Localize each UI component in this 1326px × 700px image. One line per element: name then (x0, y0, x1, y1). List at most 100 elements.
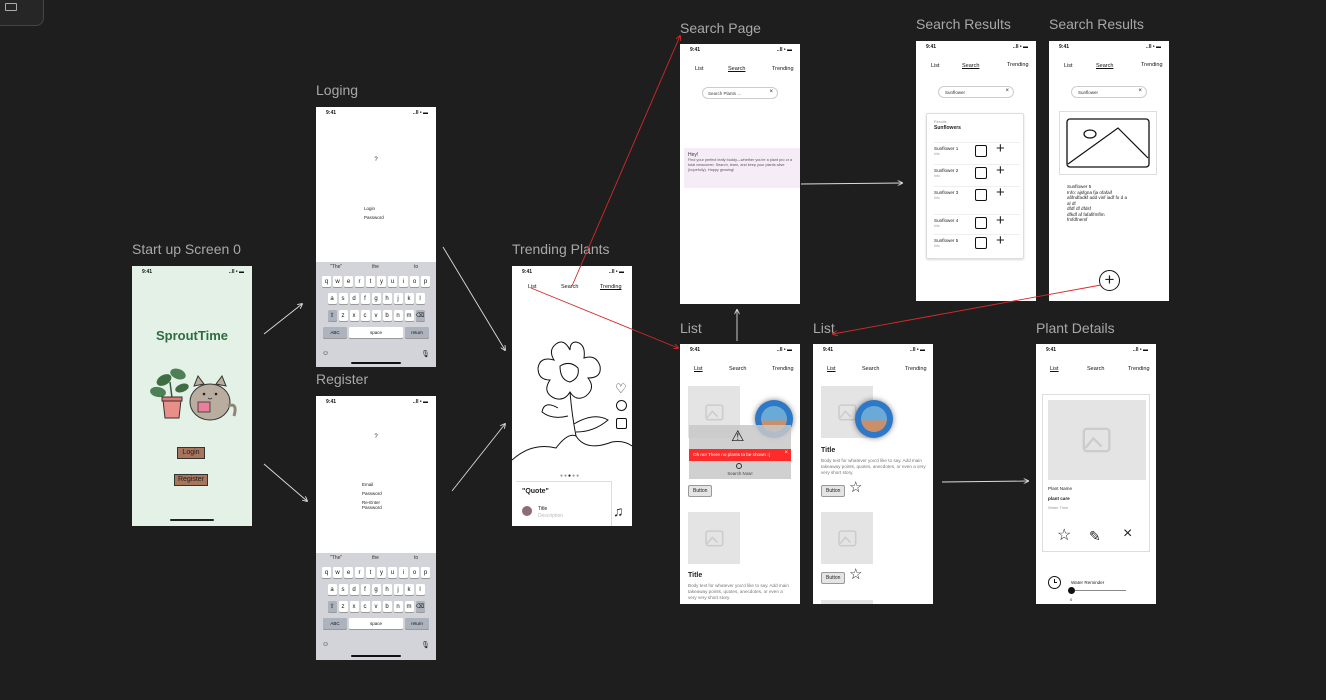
search-results-frame[interactable]: 9:41 ..ll • ▬ List Search Trending Sunflo… (916, 41, 1036, 301)
key[interactable]: t (366, 276, 375, 287)
key[interactable]: k (404, 584, 414, 595)
key[interactable]: p (421, 567, 430, 578)
tab-search[interactable]: Search (729, 366, 746, 372)
key[interactable]: k (404, 293, 414, 304)
image-icon[interactable] (975, 217, 987, 229)
search-input[interactable]: Search Plants ... × (702, 87, 778, 99)
tab-search[interactable]: Search (962, 63, 979, 69)
key[interactable]: j (393, 293, 403, 304)
key[interactable]: s (338, 293, 348, 304)
tab-search[interactable]: Search (561, 284, 578, 290)
login-button[interactable]: Login (177, 447, 205, 459)
key[interactable]: a (327, 584, 337, 595)
key[interactable]: m (404, 601, 414, 612)
button[interactable]: Button (821, 485, 846, 497)
tab-search[interactable]: Search (862, 366, 879, 372)
star-icon[interactable]: ☆ (849, 567, 862, 582)
tab-search[interactable]: Search (1087, 366, 1104, 372)
emoji-icon[interactable]: ☺ (322, 641, 329, 648)
key[interactable]: o (410, 567, 419, 578)
star-icon[interactable]: ☆ (849, 480, 862, 495)
abc-key[interactable]: ABC (323, 618, 347, 629)
key[interactable]: j (393, 584, 403, 595)
error-banner[interactable]: ⚠ Oh no! There no plants to be shown :( … (689, 425, 791, 479)
abc-key[interactable]: ABC (323, 327, 347, 338)
key[interactable]: e (344, 276, 353, 287)
list-frame-2[interactable]: 9:41 ..ll • ▬ List Search Trending Title … (813, 344, 933, 604)
toolbar-corner[interactable] (0, 0, 44, 26)
key[interactable]: q (322, 276, 331, 287)
comment-icon[interactable] (616, 400, 627, 411)
clear-icon[interactable]: × (1005, 88, 1009, 94)
list-frame-1[interactable]: 9:41 ..ll • ▬ List Search Trending ⚠ Oh n… (680, 344, 800, 604)
key[interactable]: r (355, 276, 364, 287)
tab-search[interactable]: Search (1096, 63, 1113, 69)
key[interactable]: y (377, 567, 386, 578)
tab-list[interactable]: List (694, 366, 703, 372)
add-icon[interactable]: + (996, 213, 1005, 228)
key[interactable]: n (393, 601, 403, 612)
tab-search[interactable]: Search (728, 66, 745, 72)
emoji-icon[interactable]: ☺ (322, 350, 329, 357)
carousel-dots[interactable]: ●●●●● (560, 473, 580, 479)
key[interactable]: y (377, 276, 386, 287)
slider-thumb[interactable] (1068, 587, 1075, 594)
key[interactable]: l (415, 293, 425, 304)
clear-icon[interactable]: × (1138, 88, 1142, 94)
button[interactable]: Button (688, 485, 713, 497)
key[interactable]: u (388, 567, 397, 578)
key[interactable]: f (360, 293, 370, 304)
result-item[interactable]: Sunflower 4 Info + (934, 213, 1020, 234)
key[interactable]: c (360, 601, 370, 612)
shift-key-icon[interactable]: ⇧ (327, 601, 337, 612)
register-button[interactable]: Register (174, 474, 208, 486)
register-frame[interactable]: 9:41 ..ll • ▬ ? Email Password Re-Enter P… (316, 396, 436, 660)
keyboard[interactable]: "The" the to qwertyuiop asdfghjkl ⇧ zxcvbn… (316, 553, 436, 660)
image-icon[interactable] (975, 237, 987, 249)
reenter-password-field[interactable]: Re-Enter Password (362, 500, 388, 510)
search-input[interactable]: Sunflower × (938, 86, 1014, 98)
music-icon[interactable]: ♫ (613, 504, 624, 518)
tab-trending[interactable]: Trending (905, 366, 927, 372)
key[interactable]: w (333, 567, 342, 578)
water-slider[interactable] (1068, 587, 1126, 594)
key[interactable]: w (333, 276, 342, 287)
key[interactable]: d (349, 584, 359, 595)
key[interactable]: b (382, 310, 392, 321)
close-icon[interactable]: × (1123, 526, 1132, 542)
key[interactable]: z (338, 310, 348, 321)
search-detail-frame[interactable]: 9:41 ..ll • ▬ List Search Trending Sunflo… (1049, 41, 1169, 301)
result-item[interactable]: Sunflower 2 Info + (934, 163, 1020, 184)
shift-key-icon[interactable]: ⇧ (327, 310, 337, 321)
key[interactable]: q (322, 567, 331, 578)
key[interactable]: n (393, 310, 403, 321)
key[interactable]: g (371, 584, 381, 595)
save-icon[interactable] (616, 418, 627, 429)
mic-icon[interactable]: 🎙 (421, 350, 430, 358)
add-icon[interactable]: + (996, 141, 1005, 156)
key[interactable]: x (349, 310, 359, 321)
keyboard[interactable]: "The" the to qwertyuiop asdfghjkl ⇧ zxcvbn… (316, 262, 436, 367)
key[interactable]: p (421, 276, 430, 287)
tab-trending[interactable]: Trending (600, 284, 622, 290)
key[interactable]: o (410, 276, 419, 287)
key[interactable]: a (327, 293, 337, 304)
login-field[interactable]: Login (364, 206, 375, 211)
tab-list[interactable]: List (695, 66, 704, 72)
key[interactable]: z (338, 601, 348, 612)
tab-trending[interactable]: Trending (1007, 62, 1029, 68)
add-icon[interactable]: + (996, 233, 1005, 248)
space-key[interactable]: space (349, 618, 403, 629)
add-icon[interactable]: + (996, 185, 1005, 200)
edit-icon[interactable]: ✎ (1089, 528, 1101, 544)
key[interactable]: d (349, 293, 359, 304)
result-item[interactable]: Sunflower 3 Info + (934, 185, 1020, 206)
key[interactable]: i (399, 567, 408, 578)
tab-list[interactable]: List (1050, 366, 1059, 372)
tab-list[interactable]: List (528, 284, 537, 290)
key[interactable]: e (344, 567, 353, 578)
space-key[interactable]: space (349, 327, 403, 338)
trending-frame[interactable]: 9:41 ..ll • ▬ List Search Trending ♡ ●●●●… (512, 266, 632, 526)
search-page-frame[interactable]: 9:41 ..ll • ▬ List Search Trending Search… (680, 44, 800, 304)
tab-trending[interactable]: Trending (772, 66, 794, 72)
